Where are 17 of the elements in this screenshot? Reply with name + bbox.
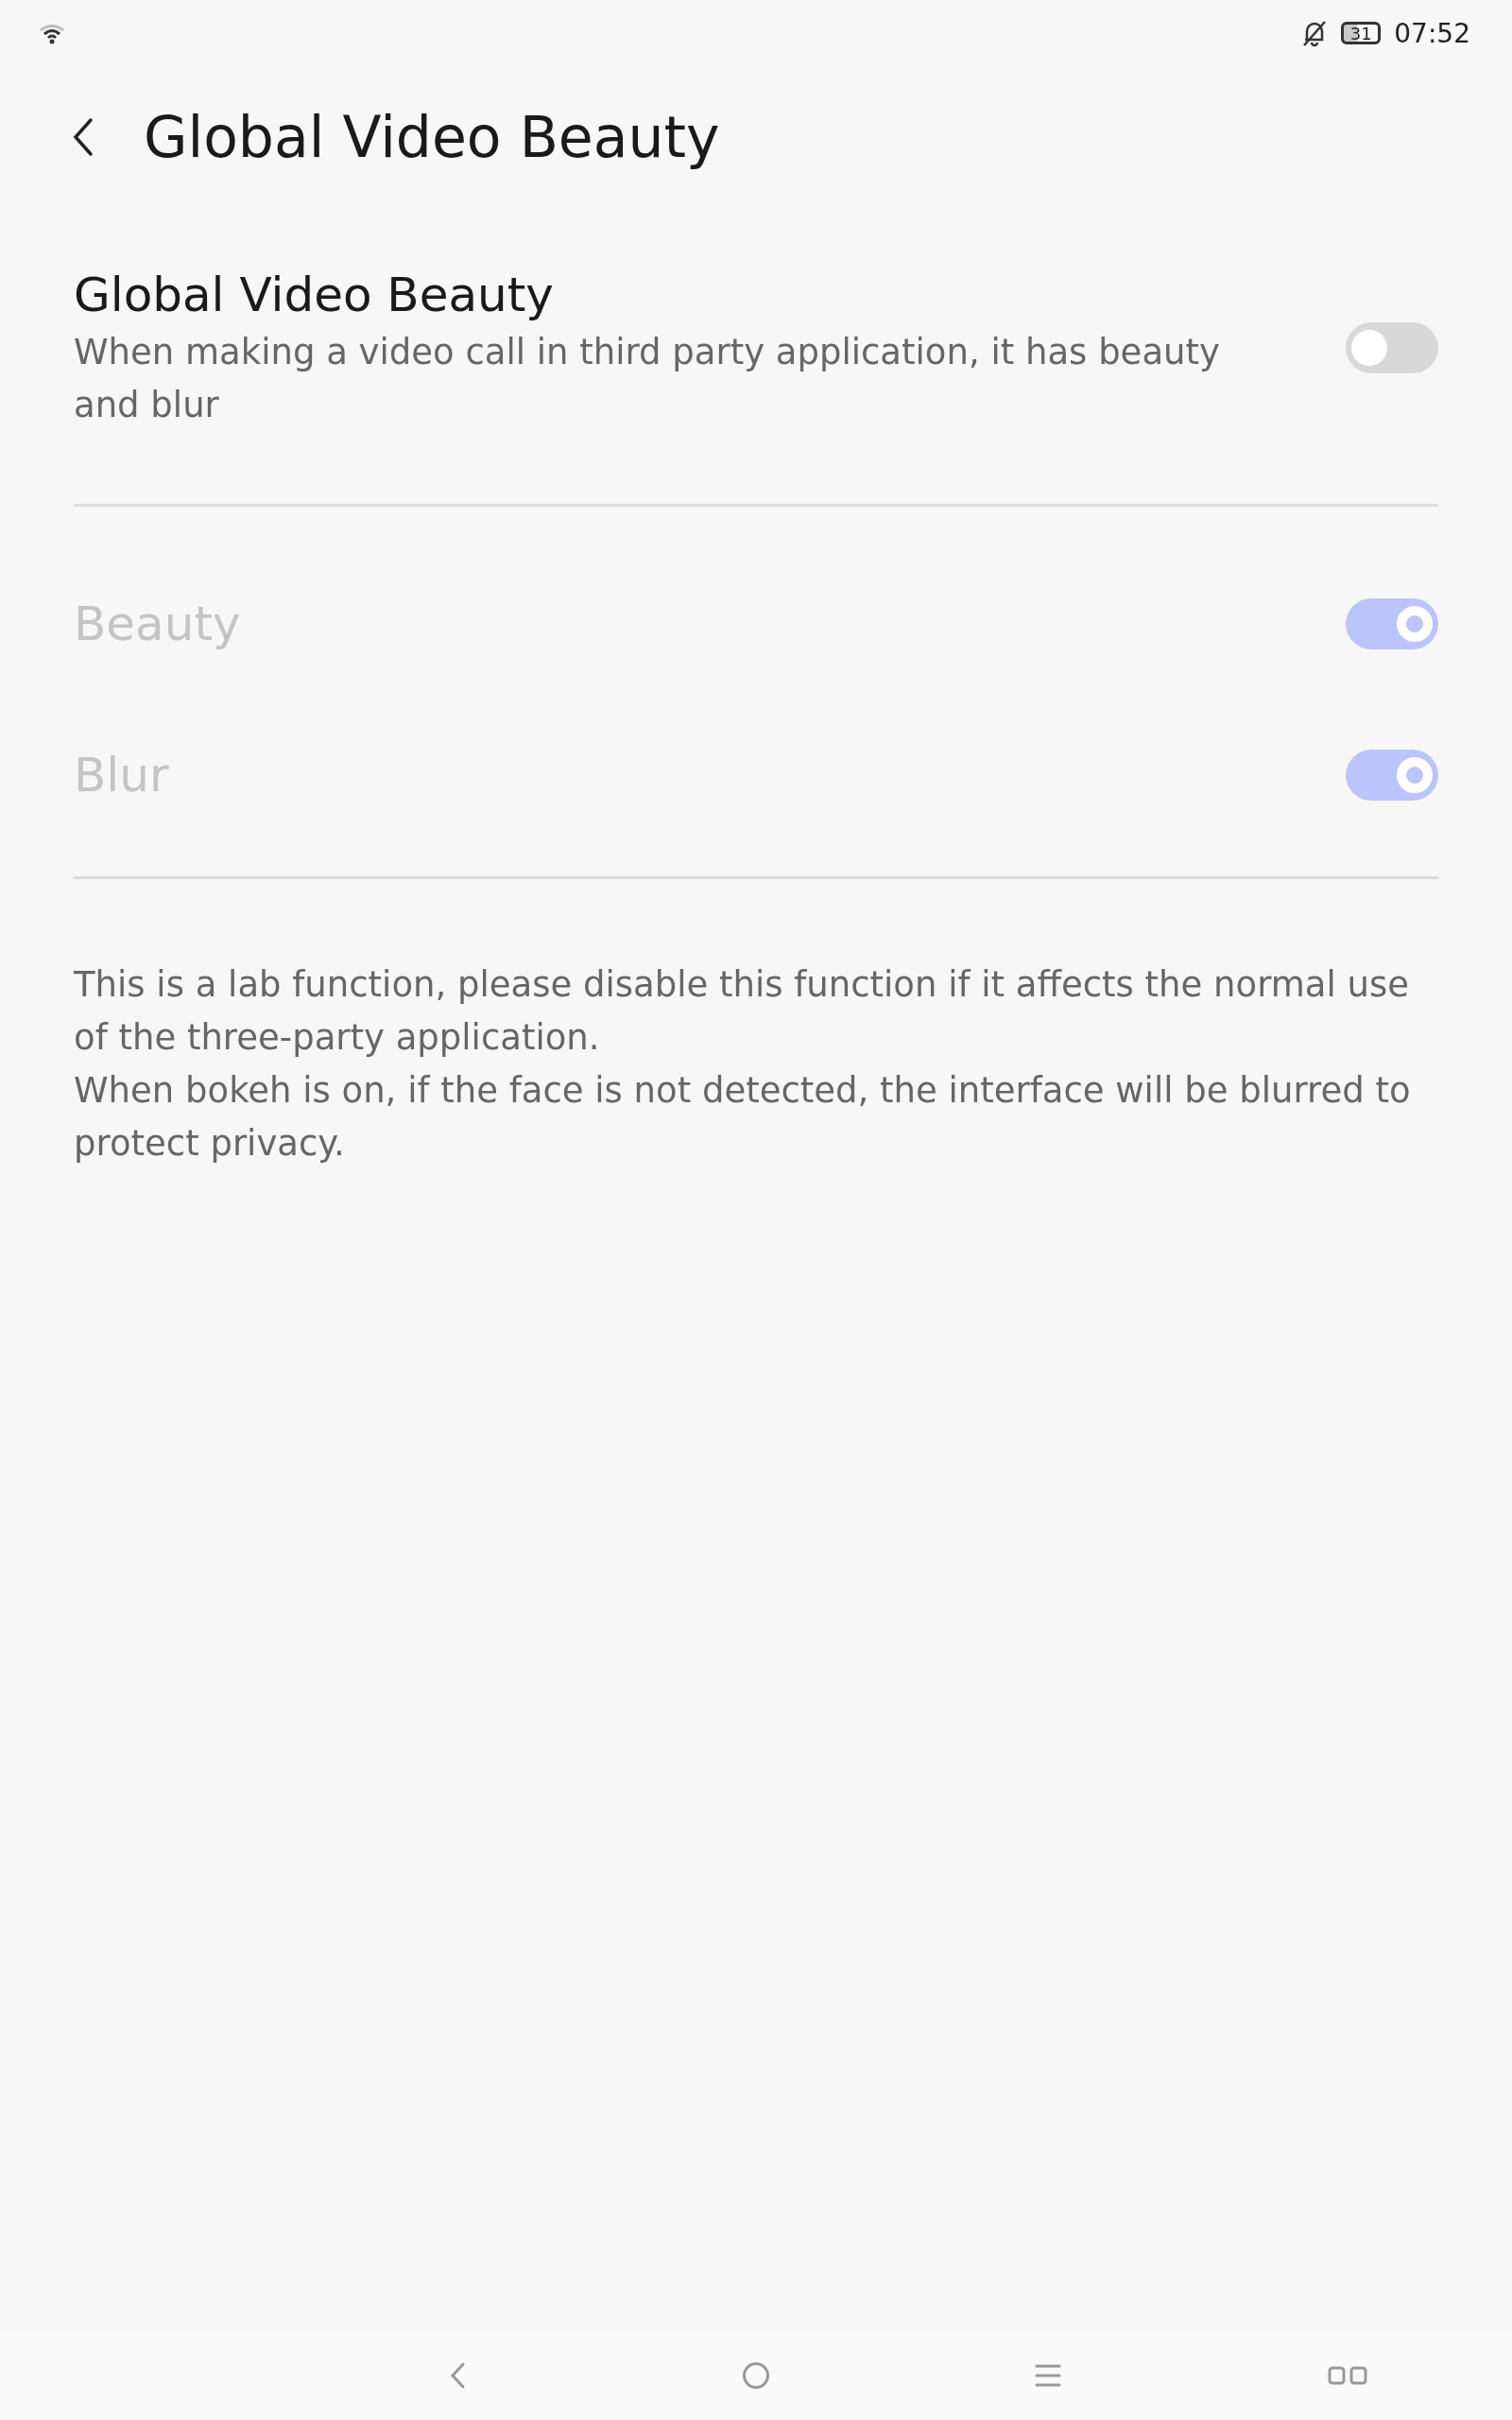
recent-apps-button[interactable]	[1328, 2365, 1367, 2385]
setting-description: When making a video call in third party application, it has beauty and blur	[74, 331, 1221, 427]
toggle-switch[interactable]	[1346, 322, 1438, 373]
note-text: When bokeh is on, if the face is not detected, the interface will be blurred to protect privacy.	[74, 1069, 1412, 1166]
setting-title: Global Video Beauty	[74, 267, 555, 324]
muted-bell-icon	[1301, 19, 1329, 47]
page-title: Global Video Beauty	[144, 103, 720, 170]
menu-button[interactable]	[1035, 2362, 1061, 2388]
two-squares-icon	[1328, 2365, 1367, 2385]
clock-time: 07:52	[1394, 17, 1470, 49]
chevron-left-icon	[72, 115, 94, 158]
menu-icon	[1035, 2362, 1061, 2388]
home-button[interactable]	[742, 2360, 770, 2390]
battery-indicator: 31	[1341, 22, 1382, 44]
circle-icon	[742, 2360, 770, 2390]
wifi-icon	[38, 22, 66, 44]
note-text: This is a lab function, please disable this function if it affects the normal use of the three-party application.	[74, 963, 1410, 1060]
